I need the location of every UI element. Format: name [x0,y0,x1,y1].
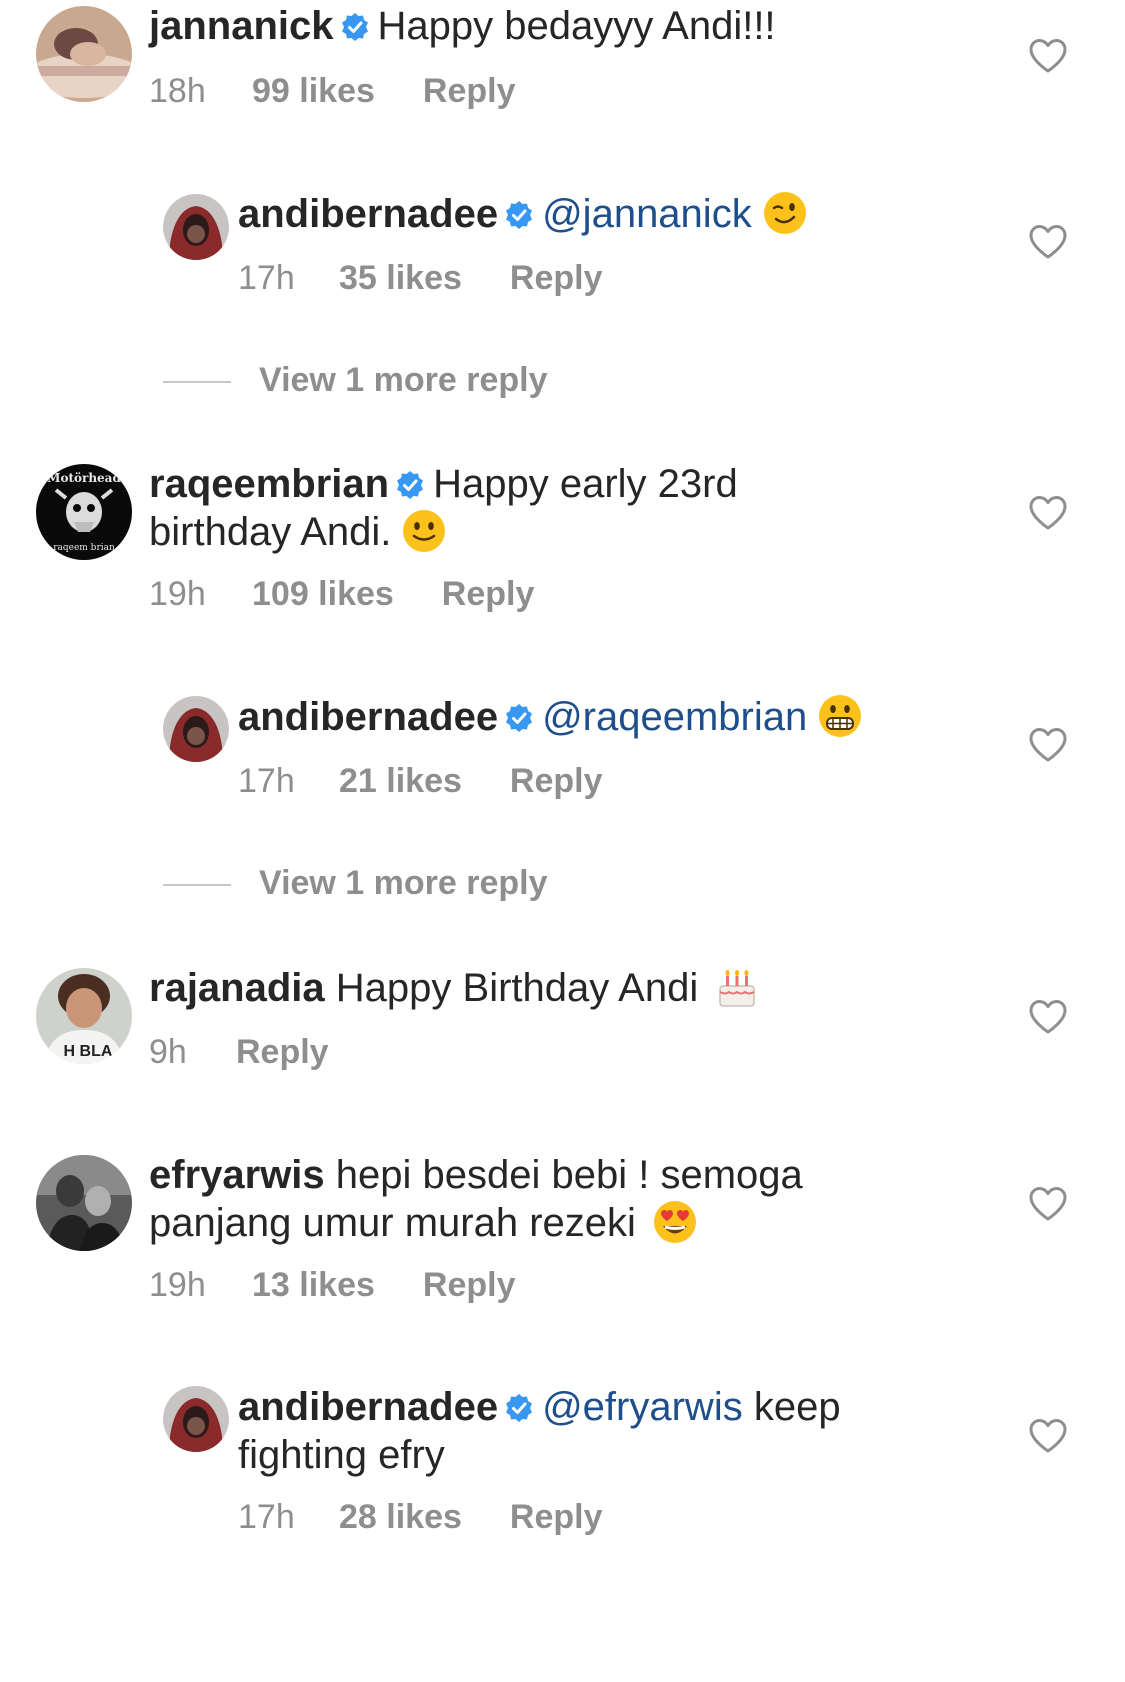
comment-time: 18h [149,72,206,110]
heart-icon[interactable] [1028,38,1068,74]
verified-badge-icon [506,1394,533,1422]
comment-meta: 17h 28 likes Reply [238,1497,602,1537]
avatar[interactable] [163,194,229,260]
comment-text: birthday Andi. [149,510,392,554]
avatar-text: H BLA [64,1043,113,1060]
comment-meta: 17h 21 likes Reply [238,761,602,801]
comment-likes[interactable]: 21 likes [339,761,462,801]
comment-time: 19h [149,575,206,613]
verified-badge-icon [341,13,368,41]
avatar[interactable] [36,6,132,102]
comment-likes[interactable]: 13 likes [252,1265,375,1305]
avatar[interactable]: H BLA [36,968,132,1064]
comment-meta: 9h Reply [149,1032,329,1072]
comment-username[interactable]: andibernadee [238,192,498,236]
comment-text: Happy early 23rd [433,462,738,506]
heart-icon[interactable] [1028,1418,1068,1454]
heart-icon[interactable] [1028,495,1068,531]
view-more-replies-button[interactable]: View 1 more reply [163,360,548,400]
avatar-text-bottom: raqeem brian [53,543,115,553]
comment-time: 17h [238,762,295,800]
comment-text: fighting efry [238,1433,445,1477]
divider [163,381,231,384]
comment-meta: 19h 13 likes Reply [149,1265,515,1305]
reply-button[interactable]: Reply [510,761,603,801]
mention-link[interactable]: @jannanick [542,192,752,236]
comment-meta: 19h 109 likes Reply [149,574,534,614]
view-more-replies-button[interactable]: View 1 more reply [163,863,548,903]
slightly-smiling-face-icon [403,510,446,552]
comment-text: keep [753,1385,841,1429]
mention-link[interactable]: @raqeembrian [542,695,807,739]
reply-button[interactable]: Reply [423,71,516,111]
comment-time: 17h [238,1498,295,1536]
comment-username[interactable]: raqeembrian [149,462,389,506]
avatar[interactable] [163,696,229,762]
reply-button[interactable]: Reply [236,1032,329,1072]
birthday-cake-icon [719,970,755,1007]
winking-face-icon [763,192,806,234]
comment-text: panjang umur murah rezeki [149,1201,636,1245]
verified-badge-icon [506,704,533,732]
view-more-label: View 1 more reply [259,361,548,399]
verified-badge-icon [397,471,424,499]
comment-time: 9h [149,1033,187,1071]
comment-meta: 18h 99 likes Reply [149,71,515,111]
smiling-face-with-heart-eyes-icon [653,1201,696,1243]
reply-button[interactable]: Reply [442,574,535,614]
avatar[interactable] [36,1155,132,1251]
comment-username[interactable]: andibernadee [238,1385,498,1429]
comment-text: Happy Birthday Andi [335,966,699,1010]
comment-text: Happy bedayyy Andi!!! [377,4,776,48]
comment-username[interactable]: rajanadia [149,966,325,1010]
heart-icon[interactable] [1028,727,1068,763]
comment-time: 17h [238,259,295,297]
comment-username[interactable]: jannanick [149,4,334,48]
comment-likes[interactable]: 99 likes [252,71,375,111]
comment-username[interactable]: efryarwis [149,1153,325,1197]
heart-icon[interactable] [1028,1186,1068,1222]
avatar-text-top: Motörhead [47,471,121,485]
comment-likes[interactable]: 109 likes [252,574,394,614]
comment-username[interactable]: andibernadee [238,695,498,739]
avatar[interactable] [163,1386,229,1452]
comment-meta: 17h 35 likes Reply [238,258,602,298]
comment-likes[interactable]: 28 likes [339,1497,462,1537]
mention-link[interactable]: @efryarwis [542,1385,743,1429]
comment-likes[interactable]: 35 likes [339,258,462,298]
grimacing-face-icon [819,695,862,737]
heart-icon[interactable] [1028,224,1068,260]
avatar[interactable]: Motörhead raqeem brian [36,464,132,560]
reply-button[interactable]: Reply [510,258,603,298]
reply-button[interactable]: Reply [423,1265,516,1305]
view-more-label: View 1 more reply [259,864,548,902]
divider [163,884,231,887]
comment-text: hepi besdei bebi ! semoga [335,1153,803,1197]
heart-icon[interactable] [1028,999,1068,1035]
verified-badge-icon [506,201,533,229]
comment-time: 19h [149,1266,206,1304]
reply-button[interactable]: Reply [510,1497,603,1537]
